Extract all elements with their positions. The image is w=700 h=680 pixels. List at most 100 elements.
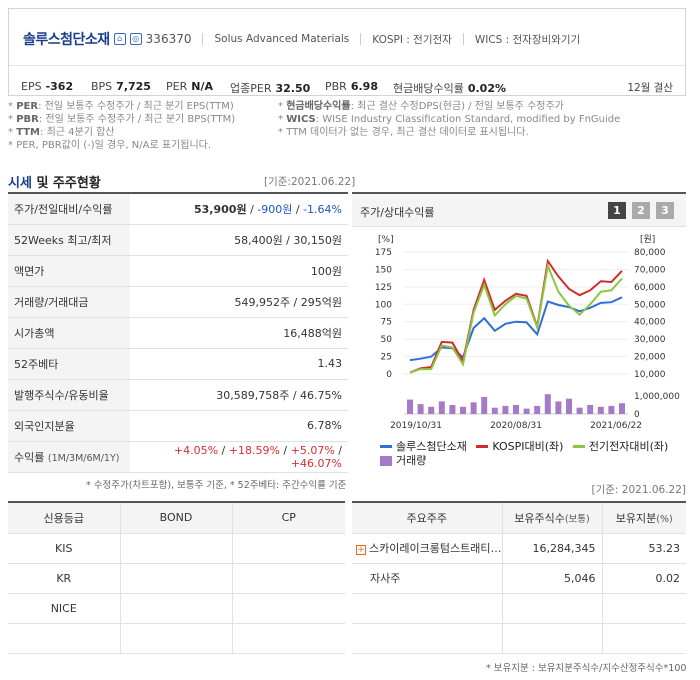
table-row: 시가총액 16,488억원 xyxy=(8,317,348,349)
chart-page-3[interactable]: 3 xyxy=(656,202,674,219)
holders-footnote: * 보유지분 : 보유지분주식수/지수산정주식수*100 xyxy=(486,663,687,674)
grade-cp xyxy=(232,563,345,594)
legend-sector: 전기전자대비(좌) xyxy=(572,440,668,454)
grade-agency: KR xyxy=(8,563,121,594)
chart-header: 주가/상대수익률 1 2 3 xyxy=(352,194,686,227)
shareholders-table: 주요주주 보유주식수(보통) 보유지분(%) + 스카이레이크롱텀스트래티… 16… xyxy=(352,501,686,654)
note-line: * TTM 데이터가 없는 경우, 최근 결산 데이터로 표시됩니다. xyxy=(278,127,529,138)
metric-sector-per: 업종PER 32.50 xyxy=(230,82,311,95)
volume-bar xyxy=(417,404,424,414)
row-label: 액면가 xyxy=(8,255,130,287)
chart-plot: [%] [원] 175 150 125 100 75 50 25 0 80,000 70,000 60,… xyxy=(375,234,680,431)
price-footnote: * 수정주가(차트포함), 보통주 기준, * 52주베타: 주간수익률 기준 xyxy=(86,480,347,491)
metrics-bar: EPS -362 BPS 7,725 PER N/A 업종PER 32.50 PBR 6.… xyxy=(9,65,685,95)
table-row: KR xyxy=(8,563,345,594)
y-left-tick-label: 125 xyxy=(375,283,392,293)
volume-bar xyxy=(502,405,509,414)
row-label: 52주베타 xyxy=(8,348,130,380)
volume-bar xyxy=(428,406,435,414)
market-sector: KOSPI : 전기전자 xyxy=(372,33,452,46)
table-row xyxy=(352,593,686,624)
metric-per: PER N/A xyxy=(166,80,213,93)
company-info-icon[interactable]: ◎ xyxy=(129,33,142,45)
holder-name xyxy=(352,593,503,624)
holder-shares: 16,284,345 xyxy=(502,533,603,564)
row-value: 1.43 xyxy=(130,348,348,380)
table-row: 외국인지분율 6.78% xyxy=(8,410,348,442)
settlement-month: 12월 결산 xyxy=(627,82,673,94)
volume-bar xyxy=(438,401,445,414)
row-value: 6.78% xyxy=(130,410,348,442)
volume-tick-label: 1,000,000 xyxy=(634,392,680,402)
grade-agency: KIS xyxy=(8,533,121,564)
volume-bar xyxy=(470,402,477,414)
y-left-tick-label: 50 xyxy=(381,335,393,345)
col-header: 보유지분(%) xyxy=(602,502,686,534)
expand-icon[interactable]: + xyxy=(356,545,366,555)
col-header: BOND xyxy=(120,502,233,534)
grade-cp xyxy=(232,593,345,624)
col-header: 신용등급 xyxy=(8,502,121,534)
note-line: * 현금배당수익률: 최근 결산 수정DPS(현금) / 전일 보통주 수정주가 xyxy=(278,101,564,112)
row-label: 거래량/거래대금 xyxy=(8,286,130,318)
holder-pct xyxy=(602,593,686,624)
company-name: 솔루스첨단소재 xyxy=(23,32,110,48)
y-right-tick-label: 40,000 xyxy=(634,318,666,328)
y-left-tick-label: 175 xyxy=(375,248,392,258)
col-header: CP xyxy=(232,502,345,534)
volume-bar xyxy=(608,405,615,414)
note-line: * PER, PBR값이 (-)일 경우, N/A로 표기됩니다. xyxy=(8,140,212,151)
chart-page-1[interactable]: 1 xyxy=(608,202,626,219)
col-header: 보유주식수(보통) xyxy=(502,502,603,534)
grade-cp xyxy=(232,533,345,564)
volume-bar xyxy=(544,394,551,414)
price-chart: 주가/상대수익률 1 2 3 [%] [원] 175 150 125 100 75 50 25 0… xyxy=(352,192,686,472)
home-icon[interactable]: ⌂ xyxy=(113,33,126,45)
metric-pbr: PBR 6.98 xyxy=(325,80,378,93)
y-left-tick-label: 150 xyxy=(375,265,392,275)
table-row: 52Weeks 최고/최저 58,400원 / 30,150원 xyxy=(8,224,348,256)
volume-bar xyxy=(491,407,498,414)
wics-sector: WICS : 전자장비와기기 xyxy=(474,33,581,46)
holder-name[interactable]: + 스카이레이크롱텀스트래티… xyxy=(352,533,503,564)
divider xyxy=(202,33,204,45)
company-header: 솔루스첨단소재 ⌂ ◎ 336370 Solus Advanced Materi… xyxy=(8,8,686,96)
y-right-tick-label: 30,000 xyxy=(634,335,666,345)
right-axis-unit: [원] xyxy=(640,234,655,245)
chart-page-2[interactable]: 2 xyxy=(632,202,650,219)
table-row: 발행주식수/유동비율 30,589,758주 / 46.75% xyxy=(8,379,348,411)
y-right-tick-label: 60,000 xyxy=(634,283,666,293)
y-right-tick-label: 80,000 xyxy=(634,248,666,258)
y-left-tick-label: 25 xyxy=(381,353,392,363)
col-header: 주요주주 xyxy=(352,502,503,534)
divider xyxy=(462,33,464,45)
section-ref-date: [기준:2021.06.22] xyxy=(264,176,356,188)
table-row: 자사주 5,046 0.02 xyxy=(352,563,686,594)
holder-pct: 0.02 xyxy=(602,563,686,594)
volume-bar xyxy=(555,401,562,414)
left-axis-unit: [%] xyxy=(378,235,394,245)
table-row: NICE xyxy=(8,593,345,624)
grade-agency: NICE xyxy=(8,593,121,624)
metric-dividend-yield: 현금배당수익률 0.02% xyxy=(393,82,507,95)
row-value: 16,488억원 xyxy=(130,317,348,349)
y-left-tick-label: 0 xyxy=(386,370,392,380)
volume-bar xyxy=(513,405,519,414)
holder-shares xyxy=(502,593,603,624)
volume-bar xyxy=(407,399,413,414)
table-row xyxy=(8,623,345,654)
holder-name xyxy=(352,623,503,654)
table-row: KIS xyxy=(8,533,345,564)
holders-ref-date: [기준: 2021.06.22] xyxy=(591,484,686,496)
y-right-tick-label: 50,000 xyxy=(634,300,666,310)
price-value: 53,900원 / -900원 / -1.64% xyxy=(130,193,348,225)
table-row: 액면가 100원 xyxy=(8,255,348,287)
holder-shares xyxy=(502,623,603,654)
table-row xyxy=(352,623,686,654)
holder-pct: 53.23 xyxy=(602,533,686,564)
legend-volume: 거래량 xyxy=(380,454,426,468)
series-line-1 xyxy=(409,296,623,362)
y-left-tick-label: 75 xyxy=(381,318,392,328)
x-tick-label: 2020/08/31 xyxy=(490,421,542,431)
table-row: + 스카이레이크롱텀스트래티… 16,284,345 53.23 xyxy=(352,533,686,564)
